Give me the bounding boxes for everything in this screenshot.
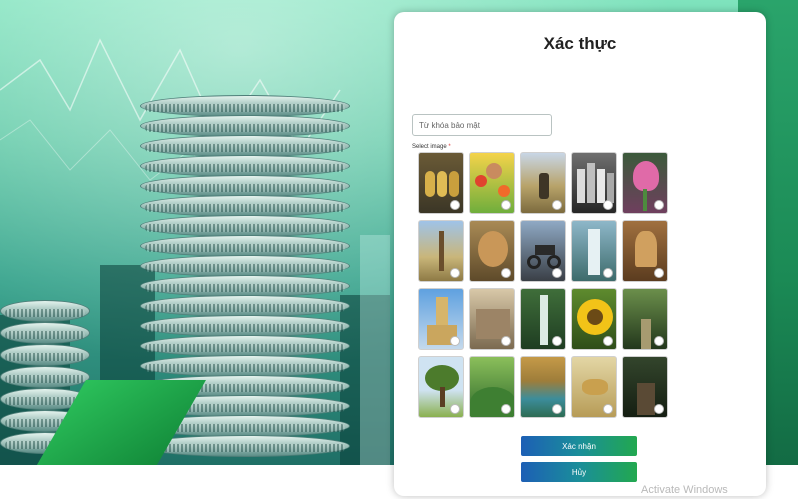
- auth-dialog: Xác thực Select image *: [394, 12, 766, 496]
- confirm-button[interactable]: Xác nhận: [521, 436, 637, 456]
- image-forest-path[interactable]: [622, 288, 668, 350]
- select-radio[interactable]: [654, 268, 664, 278]
- dialog-title: Xác thực: [543, 34, 617, 53]
- image-palace-tower[interactable]: [418, 288, 464, 350]
- select-radio[interactable]: [603, 268, 613, 278]
- image-motorbike[interactable]: [520, 220, 566, 282]
- select-radio[interactable]: [603, 336, 613, 346]
- image-farmer-field[interactable]: [520, 152, 566, 214]
- image-golden-coins[interactable]: [418, 152, 464, 214]
- security-keyword-input[interactable]: [412, 114, 552, 136]
- cancel-button[interactable]: Hủy: [521, 462, 637, 482]
- select-radio[interactable]: [501, 336, 511, 346]
- image-sunflower[interactable]: [571, 288, 617, 350]
- select-radio[interactable]: [450, 404, 460, 414]
- select-radio[interactable]: [654, 404, 664, 414]
- image-grid: [418, 152, 670, 418]
- image-jungle-bridge[interactable]: [622, 356, 668, 418]
- select-radio[interactable]: [552, 336, 562, 346]
- select-radio[interactable]: [450, 268, 460, 278]
- activate-windows-watermark: Activate Windows: [641, 484, 728, 496]
- image-temple-carving[interactable]: [622, 220, 668, 282]
- image-waterfall-cliff[interactable]: [571, 220, 617, 282]
- select-image-label-text: Select image: [412, 144, 447, 150]
- select-radio[interactable]: [603, 200, 613, 210]
- image-bottles[interactable]: [571, 152, 617, 214]
- image-lion[interactable]: [469, 220, 515, 282]
- select-radio[interactable]: [654, 200, 664, 210]
- image-pink-flower[interactable]: [622, 152, 668, 214]
- select-radio[interactable]: [450, 200, 460, 210]
- image-lone-tree[interactable]: [418, 356, 464, 418]
- image-ancient-ruins[interactable]: [469, 288, 515, 350]
- image-mountain-lake[interactable]: [520, 356, 566, 418]
- image-child-flowers[interactable]: [469, 152, 515, 214]
- select-radio[interactable]: [501, 404, 511, 414]
- select-radio[interactable]: [603, 404, 613, 414]
- select-radio[interactable]: [501, 200, 511, 210]
- select-radio[interactable]: [552, 200, 562, 210]
- image-forest-waterfall[interactable]: [520, 288, 566, 350]
- select-radio[interactable]: [654, 336, 664, 346]
- select-radio[interactable]: [552, 404, 562, 414]
- image-green-hills[interactable]: [469, 356, 515, 418]
- select-radio[interactable]: [501, 268, 511, 278]
- required-mark: *: [448, 144, 451, 150]
- image-cheetah[interactable]: [571, 356, 617, 418]
- select-image-label: Select image *: [412, 144, 451, 150]
- image-dry-savanna[interactable]: [418, 220, 464, 282]
- select-radio[interactable]: [450, 336, 460, 346]
- select-radio[interactable]: [552, 268, 562, 278]
